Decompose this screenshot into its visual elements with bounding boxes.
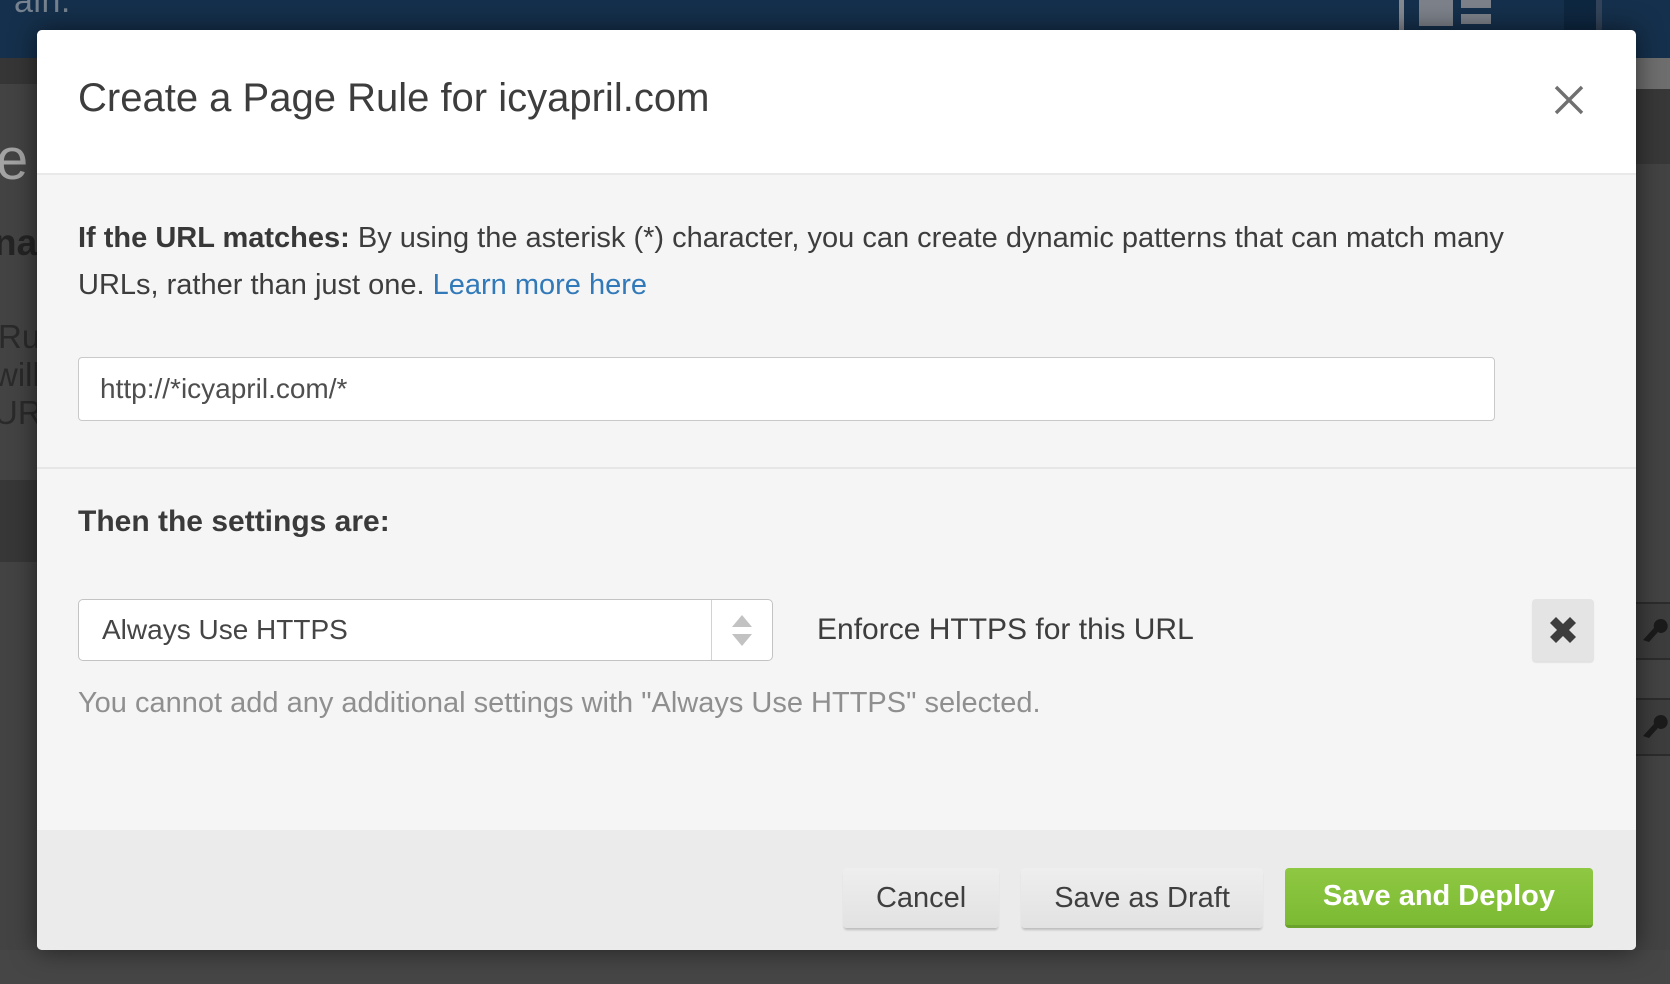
modal-title: Create a Page Rule for icyapril.com: [78, 76, 709, 121]
section-divider: [37, 467, 1636, 469]
background-navbar-text-fragment: ain.: [14, 0, 71, 21]
background-band: [1636, 58, 1670, 89]
url-match-description: If the URL matches: By using the asteris…: [78, 215, 1518, 309]
close-button[interactable]: [1547, 78, 1591, 122]
background-text-fragment: e: [0, 126, 28, 193]
news-icon-line: [1461, 0, 1491, 8]
background-text-fragment: Ru: [0, 318, 40, 356]
settings-heading: Then the settings are:: [78, 505, 1595, 539]
background-band: [0, 58, 37, 84]
news-icon-line: [1461, 14, 1491, 24]
learn-more-link[interactable]: Learn more here: [433, 269, 647, 301]
remove-setting-button[interactable]: [1532, 599, 1594, 661]
setting-select-value: Always Use HTTPS: [79, 614, 711, 646]
background-table-header-fragment: [0, 480, 37, 562]
modal-body: If the URL matches: By using the asteris…: [37, 175, 1636, 720]
chevron-up-icon: [732, 615, 752, 627]
cancel-button[interactable]: Cancel: [843, 868, 999, 928]
news-icon-square: [1419, 0, 1453, 26]
modal-header: Create a Page Rule for icyapril.com: [37, 30, 1636, 175]
background-text-fragment: UR: [0, 394, 42, 432]
news-icon: [1399, 0, 1495, 30]
setting-select[interactable]: Always Use HTTPS: [78, 599, 773, 661]
select-stepper[interactable]: [711, 600, 772, 660]
chevron-down-icon: [732, 634, 752, 646]
save-as-draft-button[interactable]: Save as Draft: [1021, 868, 1263, 928]
background-band: [1636, 89, 1670, 164]
url-pattern-input[interactable]: [78, 357, 1495, 421]
wrench-icon: [1640, 712, 1668, 742]
url-match-label: If the URL matches:: [78, 222, 350, 254]
settings-row: Always Use HTTPS Enforce HTTPS for this …: [78, 599, 1594, 661]
background-wrench-button: [1636, 602, 1670, 660]
background-wrench-button: [1636, 698, 1670, 756]
setting-description: Enforce HTTPS for this URL: [817, 613, 1194, 647]
profile-icon: [1564, 0, 1602, 32]
close-icon: [1552, 83, 1586, 117]
news-icon-left-bar: [1399, 0, 1404, 30]
remove-setting-x-icon: [1548, 615, 1578, 645]
wrench-icon: [1640, 616, 1668, 646]
background-text-fragment: will: [0, 356, 40, 394]
modal-footer: Cancel Save as Draft Save and Deploy: [37, 830, 1636, 950]
settings-note: You cannot add any additional settings w…: [78, 687, 1595, 720]
save-and-deploy-button[interactable]: Save and Deploy: [1285, 868, 1593, 928]
create-page-rule-modal: Create a Page Rule for icyapril.com If t…: [37, 30, 1636, 950]
background-band: [0, 950, 1670, 984]
